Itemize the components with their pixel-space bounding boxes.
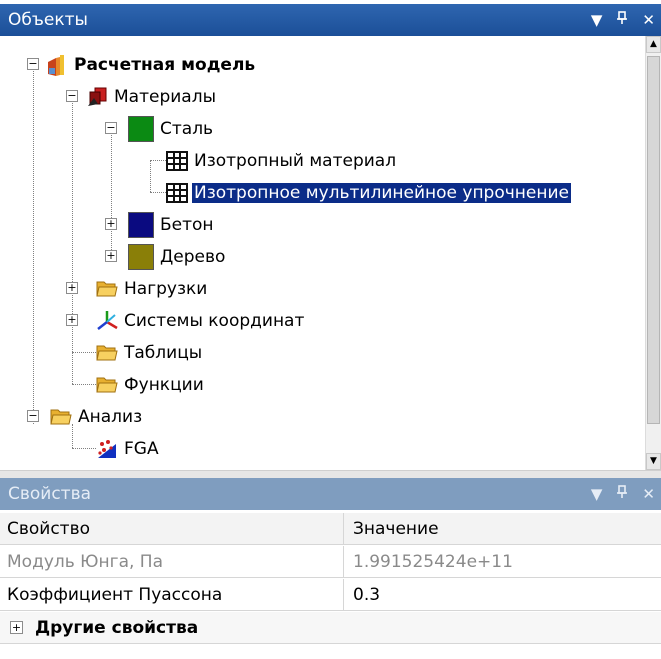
property-group-label: Другие свойства [35, 617, 199, 638]
object-tree: − Расчетная модель − Материалы − Сталь И… [0, 36, 645, 470]
panel-splitter[interactable] [0, 470, 661, 478]
scroll-up-button[interactable]: ▲ [646, 36, 661, 53]
tree-item-loads[interactable]: Нагрузки [96, 273, 207, 305]
expander-coordinate-systems[interactable]: + [66, 314, 78, 326]
tree-label-coordinate-systems: Системы координат [124, 311, 305, 331]
tree-item-coordinate-systems[interactable]: Системы координат [96, 305, 304, 337]
property-value: 1.991525424e+11 [353, 551, 513, 572]
folder-icon [96, 342, 118, 364]
tree-label-fga: FGA [124, 439, 159, 459]
pin-icon[interactable] [616, 485, 628, 503]
property-name: Модуль Юнга, Па [0, 546, 344, 577]
property-row[interactable]: Модуль Юнга, Па 1.991525424e+11 [0, 546, 661, 578]
tree-label-isotropic-material: Изотропный материал [194, 151, 397, 171]
mesh-analysis-icon [96, 438, 118, 460]
model-icon [46, 54, 68, 76]
tree-label-root: Расчетная модель [74, 55, 256, 75]
expander-materials[interactable]: − [66, 90, 78, 102]
tree-scrollbar[interactable]: ▲ ▼ [645, 36, 661, 470]
property-name: Коэффициент Пуассона [0, 579, 344, 610]
column-header-property[interactable]: Свойство [0, 513, 344, 544]
property-row[interactable]: Коэффициент Пуассона 0.3 [0, 579, 661, 611]
tree-label-wood: Дерево [160, 247, 226, 267]
expander-analysis[interactable]: − [27, 410, 39, 422]
tree-label-materials: Материалы [114, 87, 216, 107]
folder-icon [96, 374, 118, 396]
folder-open-icon [50, 406, 72, 428]
tree-item-concrete[interactable]: Бетон [128, 209, 214, 241]
pin-icon[interactable] [616, 11, 628, 29]
expander-steel[interactable]: − [105, 122, 117, 134]
expand-icon[interactable]: + [10, 621, 23, 634]
concrete-color-swatch [128, 212, 154, 238]
objects-panel-title-text: Объекты [8, 10, 88, 30]
tree-label-tables: Таблицы [124, 343, 203, 363]
close-icon[interactable]: ✕ [642, 485, 655, 503]
tree-item-steel[interactable]: Сталь [128, 113, 213, 145]
tree-item-materials[interactable]: Материалы [86, 81, 216, 113]
tree-item-analysis[interactable]: Анализ [50, 401, 142, 433]
steel-color-swatch [128, 116, 154, 142]
tree-label-concrete: Бетон [160, 215, 214, 235]
panel-dropdown-icon[interactable]: ▼ [591, 485, 603, 503]
table-icon [166, 182, 188, 204]
folder-icon [96, 278, 118, 300]
tree-item-wood[interactable]: Дерево [128, 241, 225, 273]
tree-label-steel: Сталь [160, 119, 214, 139]
objects-panel-title: Объекты ▼ ✕ [0, 4, 661, 36]
tree-label-analysis: Анализ [78, 407, 143, 427]
scroll-down-button[interactable]: ▼ [646, 453, 661, 470]
property-group-row[interactable]: + Другие свойства [0, 612, 661, 644]
close-icon[interactable]: ✕ [642, 11, 655, 29]
tree-item-functions[interactable]: Функции [96, 369, 204, 401]
expander-loads[interactable]: + [66, 282, 78, 294]
wood-color-swatch [128, 244, 154, 270]
tree-label-loads: Нагрузки [124, 279, 208, 299]
panel-dropdown-icon[interactable]: ▼ [591, 11, 603, 29]
coordinate-axes-icon [96, 310, 118, 332]
tree-label-selected: Изотропное мультилинейное упрочнение [191, 182, 572, 204]
column-header-value[interactable]: Значение [344, 513, 661, 544]
tree-label-functions: Функции [124, 375, 204, 395]
expander-wood[interactable]: + [105, 250, 117, 262]
tree-item-tables[interactable]: Таблицы [96, 337, 202, 369]
tree-item-isotropic-multilinear-hardening[interactable]: Изотропное мультилинейное упрочнение [166, 177, 572, 209]
tree-item-root[interactable]: Расчетная модель [46, 49, 255, 81]
property-value[interactable]: 0.3 [344, 579, 661, 610]
materials-icon [86, 86, 108, 108]
scroll-thumb[interactable] [647, 56, 660, 424]
tree-item-fga[interactable]: FGA [96, 433, 159, 465]
properties-panel-title: Свойства ▼ ✕ [0, 478, 661, 510]
properties-panel-title-text: Свойства [8, 484, 92, 504]
table-icon [166, 150, 188, 172]
expander-concrete[interactable]: + [105, 218, 117, 230]
tree-item-isotropic-material[interactable]: Изотропный материал [166, 145, 396, 177]
properties-header-row: Свойство Значение [0, 513, 661, 545]
expander-root[interactable]: − [27, 58, 39, 70]
